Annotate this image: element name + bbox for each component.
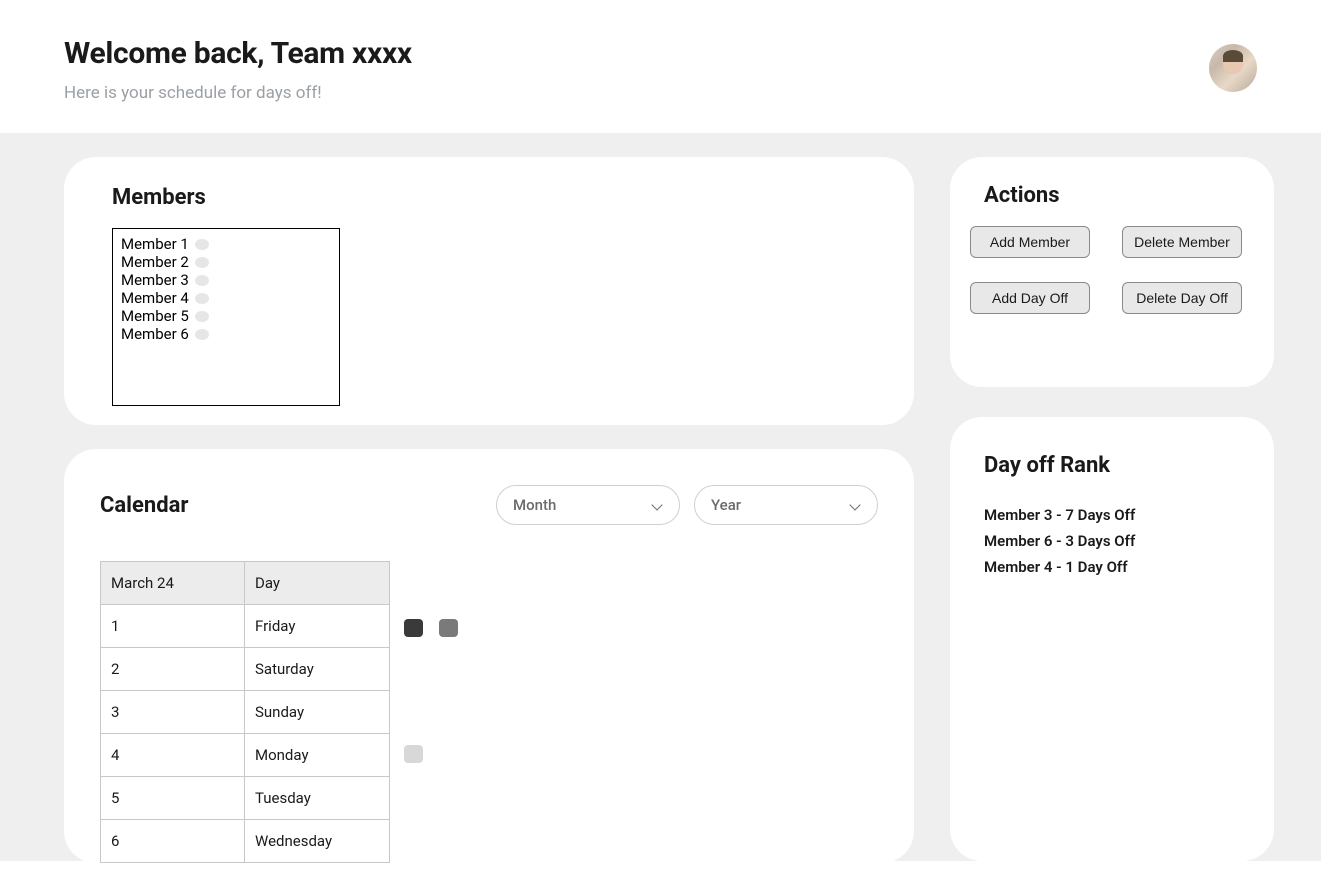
calendar-table: March 24 Day 1 Friday 2 Saturday xyxy=(100,561,390,863)
members-title: Members xyxy=(112,185,866,210)
calendar-date-header: March 24 xyxy=(101,562,245,605)
calendar-day-cell: Saturday xyxy=(245,648,390,691)
table-row: 5 Tuesday xyxy=(101,777,390,820)
member-status-dot xyxy=(195,257,209,268)
main-area: Members Member 1 Member 2 Member 3 Membe… xyxy=(0,133,1321,861)
rank-item: Member 6 - 3 Days Off xyxy=(984,532,1240,550)
calendar-date-cell: 3 xyxy=(101,691,245,734)
member-status-dot xyxy=(195,239,209,250)
month-select[interactable]: Month xyxy=(496,485,680,525)
rank-item: Member 3 - 7 Days Off xyxy=(984,506,1240,524)
header: Welcome back, Team xxxx Here is your sch… xyxy=(0,0,1321,133)
marker-row xyxy=(404,775,458,817)
right-column: Actions Add Member Delete Member Add Day… xyxy=(950,157,1274,861)
left-column: Members Member 1 Member 2 Member 3 Membe… xyxy=(64,157,914,861)
marker-row xyxy=(404,733,458,775)
rank-title: Day off Rank xyxy=(984,453,1240,478)
actions-card: Actions Add Member Delete Member Add Day… xyxy=(950,157,1274,387)
actions-row: Add Day Off Delete Day Off xyxy=(984,282,1254,314)
table-row: 3 Sunday xyxy=(101,691,390,734)
member-row: Member 3 xyxy=(121,271,331,289)
delete-day-off-button[interactable]: Delete Day Off xyxy=(1122,282,1242,314)
member-status-dot xyxy=(195,329,209,340)
calendar-day-cell: Tuesday xyxy=(245,777,390,820)
actions-title: Actions xyxy=(984,183,1254,208)
calendar-day-cell: Sunday xyxy=(245,691,390,734)
rank-item: Member 4 - 1 Day Off xyxy=(984,558,1240,576)
marker-row xyxy=(404,607,458,649)
rank-list: Member 3 - 7 Days Off Member 6 - 3 Days … xyxy=(984,506,1240,576)
member-row: Member 2 xyxy=(121,253,331,271)
calendar-date-cell: 2 xyxy=(101,648,245,691)
calendar-header: Calendar Month Year xyxy=(100,485,878,525)
member-row: Member 4 xyxy=(121,289,331,307)
month-select-label: Month xyxy=(513,496,556,514)
member-row: Member 1 xyxy=(121,235,331,253)
table-row: 4 Monday xyxy=(101,734,390,777)
day-off-marker xyxy=(404,619,423,637)
table-row: 2 Saturday xyxy=(101,648,390,691)
marker-row xyxy=(404,691,458,733)
table-row: 6 Wednesday xyxy=(101,820,390,863)
member-label: Member 4 xyxy=(121,289,189,307)
table-header-row: March 24 Day xyxy=(101,562,390,605)
members-box: Member 1 Member 2 Member 3 Member 4 Memb… xyxy=(112,228,340,406)
calendar-day-header: Day xyxy=(245,562,390,605)
calendar-date-cell: 6 xyxy=(101,820,245,863)
marker-row xyxy=(404,817,458,859)
member-status-dot xyxy=(195,293,209,304)
calendar-date-cell: 4 xyxy=(101,734,245,777)
avatar[interactable] xyxy=(1209,44,1257,92)
header-text: Welcome back, Team xxxx Here is your sch… xyxy=(64,36,412,103)
member-label: Member 2 xyxy=(121,253,189,271)
chevron-down-icon xyxy=(651,499,663,511)
calendar-body: March 24 Day 1 Friday 2 Saturday xyxy=(100,561,878,863)
day-markers xyxy=(404,565,458,859)
page-title: Welcome back, Team xxxx xyxy=(64,36,412,71)
day-off-marker xyxy=(404,745,423,763)
members-card: Members Member 1 Member 2 Member 3 Membe… xyxy=(64,157,914,425)
member-status-dot xyxy=(195,275,209,286)
member-label: Member 6 xyxy=(121,325,189,343)
year-select-label: Year xyxy=(711,496,741,514)
calendar-day-cell: Wednesday xyxy=(245,820,390,863)
add-day-off-button[interactable]: Add Day Off xyxy=(970,282,1090,314)
member-status-dot xyxy=(195,311,209,322)
calendar-date-cell: 1 xyxy=(101,605,245,648)
calendar-day-cell: Friday xyxy=(245,605,390,648)
actions-grid: Add Member Delete Member Add Day Off Del… xyxy=(984,226,1254,314)
member-label: Member 3 xyxy=(121,271,189,289)
marker-header-spacer xyxy=(404,565,458,607)
day-off-marker xyxy=(439,619,458,637)
member-label: Member 1 xyxy=(121,235,189,253)
add-member-button[interactable]: Add Member xyxy=(970,226,1090,258)
member-label: Member 5 xyxy=(121,307,189,325)
calendar-date-cell: 5 xyxy=(101,777,245,820)
member-row: Member 5 xyxy=(121,307,331,325)
year-select[interactable]: Year xyxy=(694,485,878,525)
calendar-card: Calendar Month Year March xyxy=(64,449,914,863)
member-row: Member 6 xyxy=(121,325,331,343)
marker-row xyxy=(404,649,458,691)
calendar-day-cell: Monday xyxy=(245,734,390,777)
calendar-selects: Month Year xyxy=(496,485,878,525)
actions-row: Add Member Delete Member xyxy=(984,226,1254,258)
calendar-title: Calendar xyxy=(100,493,188,518)
page-subtitle: Here is your schedule for days off! xyxy=(64,83,412,103)
table-row: 1 Friday xyxy=(101,605,390,648)
rank-card: Day off Rank Member 3 - 7 Days Off Membe… xyxy=(950,417,1274,861)
delete-member-button[interactable]: Delete Member xyxy=(1122,226,1242,258)
chevron-down-icon xyxy=(849,499,861,511)
